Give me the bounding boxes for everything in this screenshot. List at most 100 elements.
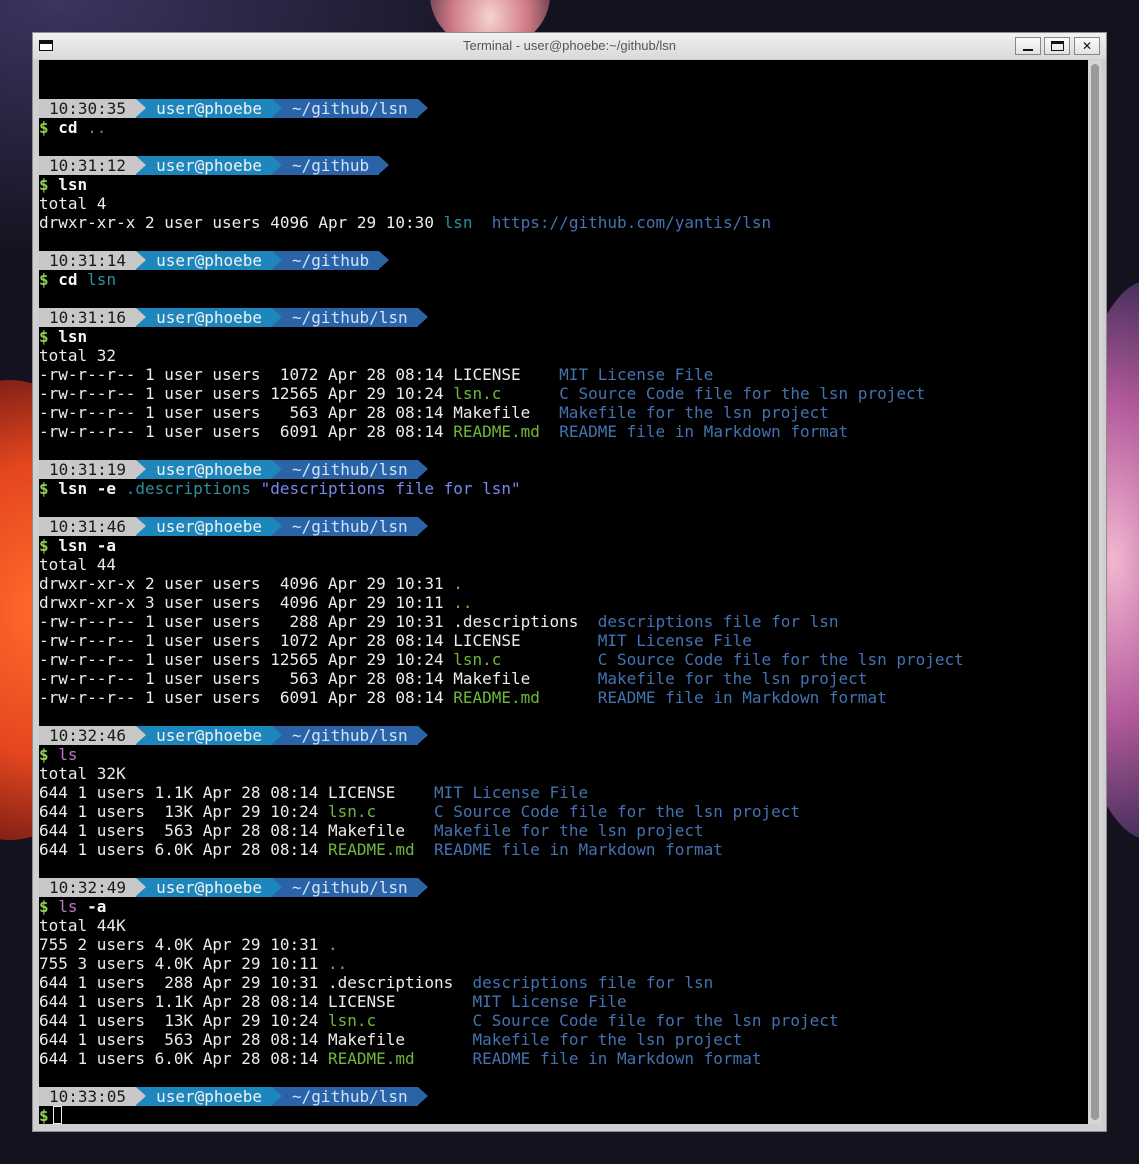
terminal-text: total 32 [39,346,117,365]
prompt-user-host: user@phoebe [136,156,282,175]
output-line: 644 1 users 13K Apr 29 10:24 lsn.c C Sou… [39,802,964,821]
text-cursor[interactable] [52,1106,62,1124]
file-description: Makefile for the lsn project [559,403,829,422]
command-line: $ cd lsn [39,270,964,289]
file-description: Makefile for the lsn project [433,821,704,840]
prompt-segments: 10:30:35 user@phoebe ~/github/lsn [39,99,428,118]
title-bar[interactable]: Terminal - user@phoebe:~/github/lsn ✕ [33,33,1106,59]
minimize-button[interactable] [1015,37,1041,55]
terminal-text: 644 1 users 563 Apr 28 08:14 Makefile [39,821,434,840]
output-line: 644 1 users 6.0K Apr 28 08:14 README.md … [39,840,964,859]
prompt-time: 10:32:49 [39,878,147,897]
close-button[interactable]: ✕ [1074,37,1100,55]
terminal-text: README.md [327,840,415,859]
prompt-directory: ~/github/lsn [272,1087,428,1106]
terminal-text: README.md [453,688,540,707]
file-description: MIT License File [597,631,752,650]
terminal-text: -rw-r--r-- 1 user users 563 Apr 28 08:14… [39,403,560,422]
prompt-directory: ~/github/lsn [272,460,428,479]
terminal-text: lsn.c [327,1011,377,1030]
file-description: C Source Code file for the lsn project [433,802,800,821]
terminal-text: 644 1 users 6.0K Apr 28 08:14 [39,840,328,859]
shell-prompt: 10:31:46 user@phoebe ~/github/lsn [39,517,964,536]
scrollbar[interactable] [1088,60,1102,1124]
terminal-text: -a [77,897,107,916]
terminal-text: .. [327,954,348,973]
output-line: -rw-r--r-- 1 user users 12565 Apr 29 10:… [39,650,964,669]
file-description: MIT License File [433,783,589,802]
shell-prompt: 10:31:16 user@phoebe ~/github/lsn [39,308,964,327]
output-line: total 44 [39,555,964,574]
terminal-text: 644 1 users 288 Apr 29 10:31 .descriptio… [39,973,473,992]
terminal-text: 644 1 users 1.1K Apr 28 08:14 LICENSE [39,992,473,1011]
prompt-user-host: user@phoebe [136,308,282,327]
maximize-button[interactable] [1044,37,1070,55]
output-line: 644 1 users 563 Apr 28 08:14 Makefile Ma… [39,1030,964,1049]
prompt-directory: ~/github/lsn [272,308,428,327]
terminal-text: . [327,935,338,954]
terminal-text: -rw-r--r-- 1 user users 6091 Apr 28 08:1… [39,422,454,441]
terminal-text: total 4 [39,194,107,213]
prompt-symbol: $ [39,270,59,289]
terminal-text: 644 1 users 6.0K Apr 28 08:14 [39,1049,328,1068]
terminal-text: https://github.com/yantis/lsn [491,213,772,232]
output-line: -rw-r--r-- 1 user users 563 Apr 28 08:14… [39,403,964,422]
prompt-time: 10:31:46 [39,517,147,536]
terminal-text: .descriptions [125,479,261,498]
shell-prompt: 10:31:14 user@phoebe ~/github [39,251,964,270]
output-line: total 4 [39,194,964,213]
shell-prompt: 10:31:19 user@phoebe ~/github/lsn [39,460,964,479]
prompt-time: 10:31:16 [39,308,147,327]
file-description: README file in Markdown format [597,688,887,707]
prompt-segments: 10:31:19 user@phoebe ~/github/lsn [39,460,428,479]
prompt-directory: ~/github/lsn [272,99,428,118]
terminal-text: lsn -e [58,479,126,498]
maximize-icon [1051,41,1064,51]
shell-prompt: 10:30:35 user@phoebe ~/github/lsn [39,99,964,118]
scrollbar-thumb[interactable] [1091,64,1099,1120]
output-line: 644 1 users 1.1K Apr 28 08:14 LICENSE MI… [39,783,964,802]
prompt-symbol: $ [39,118,59,137]
terminal-text: lsn [58,327,88,346]
terminal-output[interactable]: 10:30:35 user@phoebe ~/github/lsn $ cd .. 10… [39,60,1088,1124]
output-line: -rw-r--r-- 1 user users 1072 Apr 28 08:1… [39,631,964,650]
file-description: MIT License File [559,365,714,384]
shell-prompt: 10:33:05 user@phoebe ~/github/lsn [39,1087,964,1106]
file-description: README file in Markdown format [433,840,723,859]
terminal-window: Terminal - user@phoebe:~/github/lsn ✕ 10… [32,32,1107,1132]
terminal-text: cd [58,118,88,137]
prompt-symbol: $ [39,479,59,498]
command-line: $ lsn -a [39,536,964,555]
terminal-text: .. [87,118,107,137]
command-line: $ ls -a [39,897,964,916]
terminal-text: lsn [87,270,117,289]
prompt-user-host: user@phoebe [136,460,282,479]
output-line: 644 1 users 6.0K Apr 28 08:14 README.md … [39,1049,964,1068]
prompt-directory: ~/github [272,156,390,175]
terminal-text: 644 1 users 563 Apr 28 08:14 Makefile [39,1030,473,1049]
file-description: Makefile for the lsn project [472,1030,743,1049]
terminal-text: lsn.c [453,650,502,669]
prompt-user-host: user@phoebe [136,99,282,118]
terminal-text: drwxr-xr-x 2 user users 4096 Apr 29 10:3… [39,574,454,593]
prompt-time: 10:33:05 [39,1087,147,1106]
output-line: -rw-r--r-- 1 user users 1072 Apr 28 08:1… [39,365,964,384]
prompt-symbol: $ [39,536,59,555]
output-line: 644 1 users 13K Apr 29 10:24 lsn.c C Sou… [39,1011,964,1030]
prompt-symbol: $ [39,175,59,194]
file-description: README file in Markdown format [472,1049,762,1068]
file-description: Makefile for the lsn project [597,669,868,688]
shell-prompt: 10:31:12 user@phoebe ~/github [39,156,964,175]
prompt-segments: 10:32:46 user@phoebe ~/github/lsn [39,726,428,745]
terminal-text: -rw-r--r-- 1 user users 1072 Apr 28 08:1… [39,631,598,650]
output-line: 644 1 users 1.1K Apr 28 08:14 LICENSE MI… [39,992,964,1011]
